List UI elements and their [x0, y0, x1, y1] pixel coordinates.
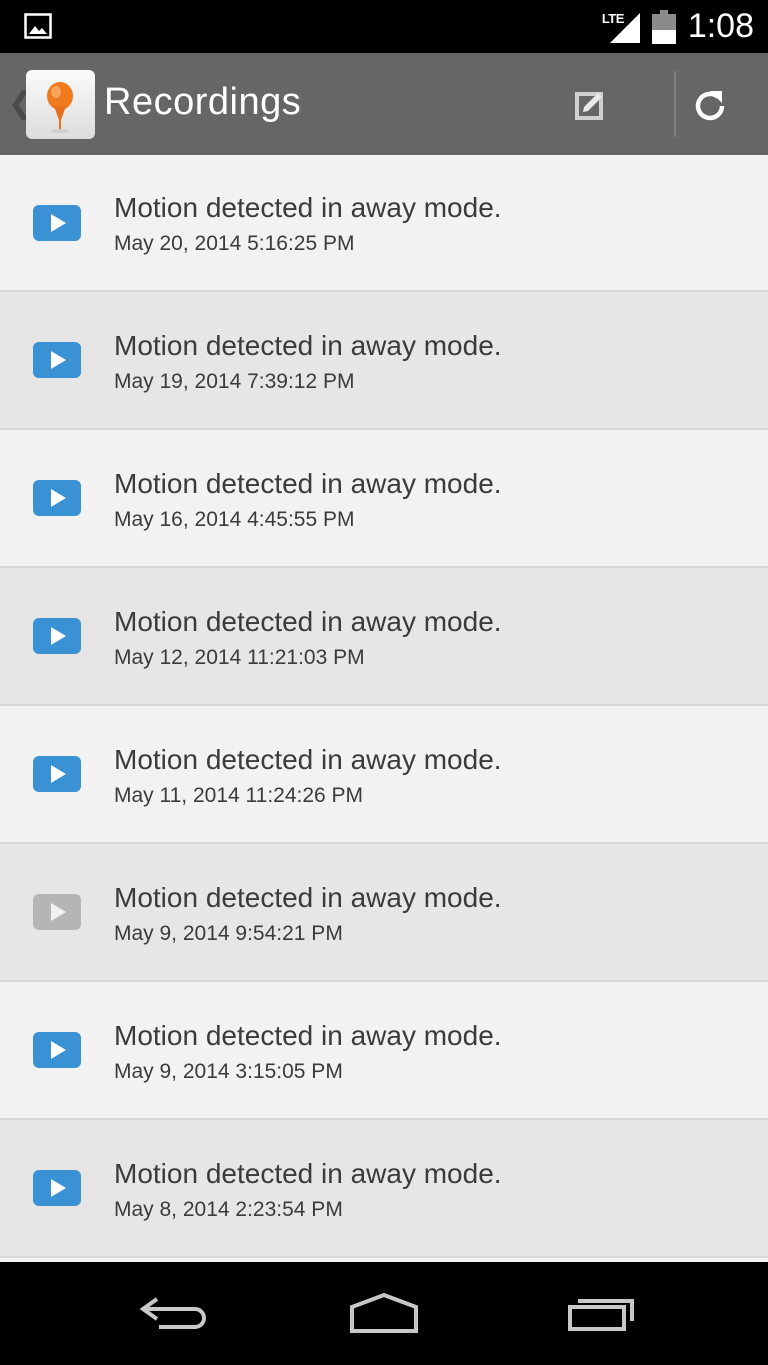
nav-recents-button[interactable]: [555, 1287, 645, 1339]
play-icon: [33, 756, 81, 792]
refresh-button[interactable]: [680, 75, 740, 135]
list-item[interactable]: Motion detected in away mode. May 9, 201…: [0, 844, 768, 982]
item-date: May 9, 2014 9:54:21 PM: [114, 922, 343, 945]
play-icon: [33, 342, 81, 378]
list-item[interactable]: Motion detected in away mode. May 12, 20…: [0, 568, 768, 706]
nav-back-button[interactable]: [126, 1287, 216, 1339]
nav-home-button[interactable]: [339, 1287, 429, 1339]
item-title: Motion detected in away mode.: [114, 744, 502, 775]
item-date: May 20, 2014 5:16:25 PM: [114, 232, 355, 255]
image-icon: [24, 13, 52, 39]
item-title: Motion detected in away mode.: [114, 606, 502, 637]
item-title: Motion detected in away mode.: [114, 330, 502, 361]
item-date: May 11, 2014 11:24:26 PM: [114, 784, 364, 807]
refresh-icon: [695, 91, 725, 121]
edit-button[interactable]: [560, 75, 620, 135]
app-icon[interactable]: [26, 70, 95, 139]
recordings-list: Motion detected in away mode. May 20, 20…: [0, 155, 768, 1262]
edit-icon: [575, 92, 603, 120]
play-icon: [33, 480, 81, 516]
play-icon: [33, 204, 81, 241]
item-title: Motion detected in away mode.: [114, 1158, 502, 1189]
item-title: Motion detected in away mode.: [114, 1020, 502, 1051]
list-item[interactable]: Motion detected in away mode. May 16, 20…: [0, 430, 768, 568]
list-item[interactable]: Motion detected in away mode. May 20, 20…: [0, 155, 768, 292]
recents-icon: [568, 1299, 634, 1331]
item-date: May 9, 2014 3:15:05 PM: [114, 1060, 343, 1083]
item-title: Motion detected in away mode.: [114, 468, 502, 499]
play-icon: [33, 1170, 81, 1206]
battery-icon: [651, 9, 676, 44]
play-icon: [33, 618, 81, 654]
page-title: Recordings: [104, 81, 302, 123]
status-bar: LTE 1:08: [0, 0, 768, 53]
play-icon-watched: [33, 894, 81, 930]
home-icon: [350, 1292, 418, 1333]
item-date: May 19, 2014 7:39:12 PM: [114, 370, 355, 393]
action-divider: [674, 71, 676, 137]
item-date: May 12, 2014 11:21:03 PM: [114, 646, 365, 669]
play-icon: [33, 1032, 81, 1068]
item-date: May 8, 2014 2:23:54 PM: [114, 1198, 343, 1221]
item-title: Motion detected in away mode.: [114, 192, 502, 223]
list-item[interactable]: Motion detected in away mode. May 8, 201…: [0, 1120, 768, 1258]
navigation-bar: [0, 1262, 768, 1365]
list-item[interactable]: Motion detected in away mode. May 19, 20…: [0, 292, 768, 430]
back-icon: [139, 1297, 206, 1329]
list-item[interactable]: Motion detected in away mode. May 11, 20…: [0, 706, 768, 844]
clock: 1:08: [687, 7, 754, 45]
signal-icon: LTE: [602, 9, 642, 45]
list-item[interactable]: Motion detected in away mode. May 9, 201…: [0, 982, 768, 1120]
pin-icon: [47, 82, 73, 133]
action-bar: ❮ Recordings: [0, 53, 768, 155]
item-date: May 16, 2014 4:45:55 PM: [114, 508, 355, 531]
item-title: Motion detected in away mode.: [114, 882, 502, 913]
